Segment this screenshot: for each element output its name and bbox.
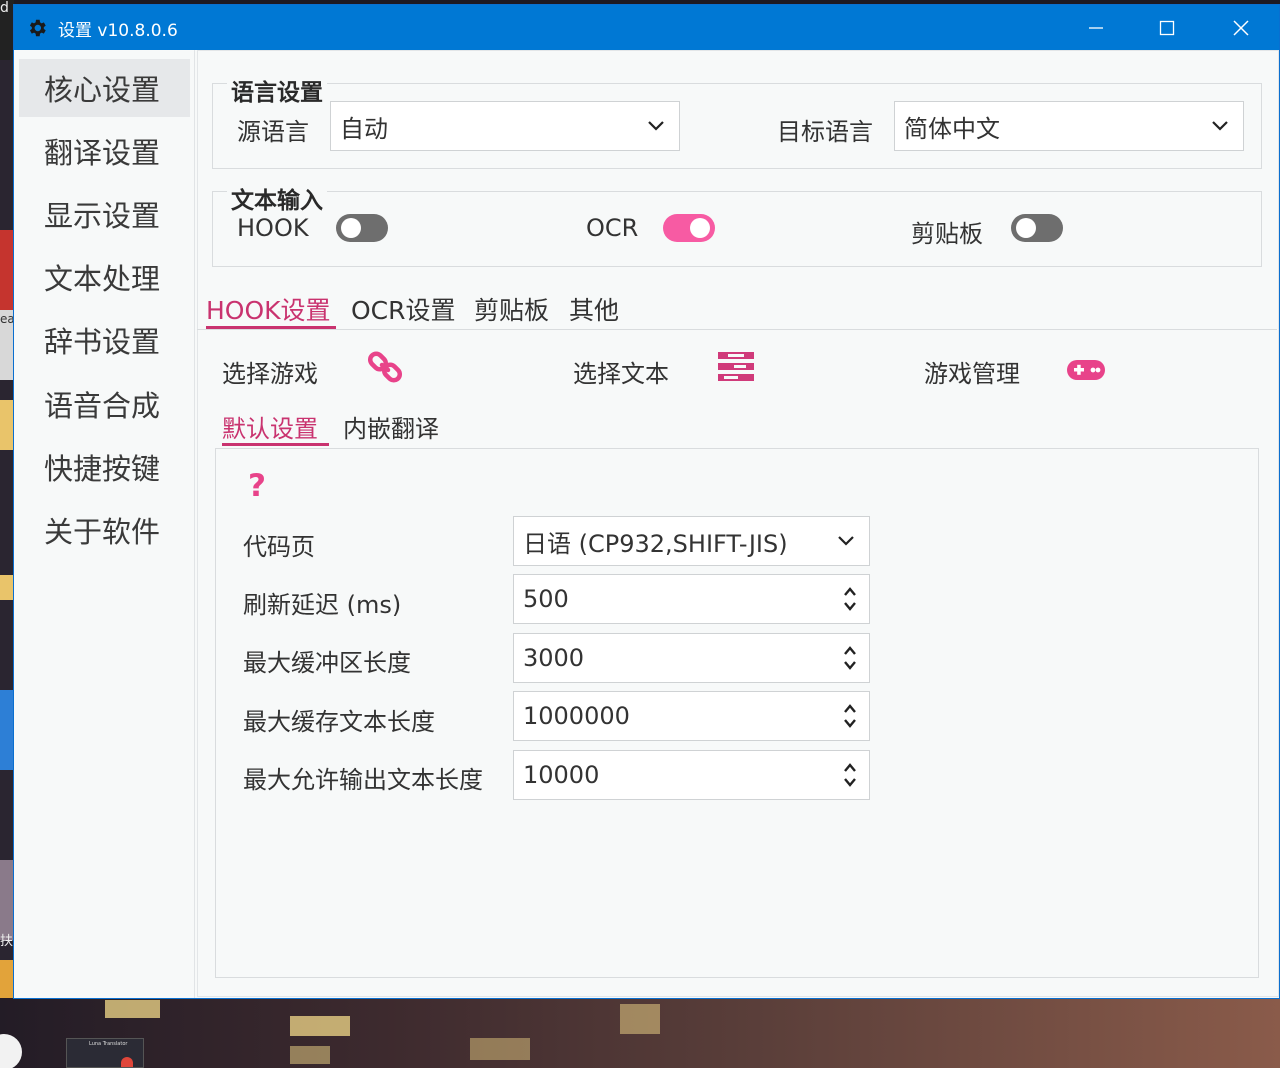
tabs-separator [197,329,1277,330]
hook-label: HOOK [237,214,309,242]
max-output-text-length-spinbox[interactable]: 10000 [513,750,870,800]
title-bar[interactable]: 设置 v10.8.0.6 [14,5,1279,50]
max-buffer-length-label: 最大缓冲区长度 [243,649,411,677]
sidebar-item-about[interactable]: 关于软件 [19,501,190,559]
sidebar-item-label: 显示设置 [44,199,161,233]
sidebar-item-label: 翻译设置 [44,136,161,170]
sidebar-item-label: 辞书设置 [44,325,161,359]
spin-arrows-icon[interactable] [843,702,857,730]
tab-clipboard[interactable]: 剪贴板 [474,291,549,327]
spin-arrows-icon[interactable] [843,644,857,672]
sidebar: 核心设置 翻译设置 显示设置 文本处理 辞书设置 语音合成 快捷按键 关于软件 [14,50,195,998]
code-page-select[interactable]: 日语 (CP932,SHIFT-JIS) [513,516,870,566]
close-icon [1233,19,1249,36]
select-text-label: 选择文本 [573,360,669,388]
sidebar-item-label: 快捷按键 [44,452,161,486]
spin-arrows-icon[interactable] [843,585,857,613]
subtab-default-settings[interactable]: 默认设置 [222,409,318,444]
clipboard-label: 剪贴板 [911,220,983,248]
source-language-select[interactable]: 自动 [330,101,680,151]
max-cache-text-length-value: 1000000 [523,702,630,730]
sidebar-item-core[interactable]: 核心设置 [19,59,190,117]
target-language-label: 目标语言 [777,118,873,146]
text-input-title: 文本输入 [227,181,327,215]
source-language-label: 源语言 [237,118,309,146]
sidebar-item-text-processing[interactable]: 文本处理 [19,248,190,306]
hook-toggle[interactable] [336,214,388,242]
chevron-down-icon [1212,121,1228,131]
ocr-label: OCR [586,214,639,242]
window-title: 设置 v10.8.0.6 [58,21,178,41]
game-manage-label: 游戏管理 [924,360,1020,388]
max-output-text-length-value: 10000 [523,761,600,789]
max-buffer-length-value: 3000 [523,644,585,672]
link-icon[interactable] [368,350,402,384]
tab-ocr-settings[interactable]: OCR设置 [351,291,456,327]
select-game-label: 选择游戏 [222,360,318,388]
refresh-delay-spinbox[interactable]: 500 [513,574,870,624]
taskbar-thumbnail[interactable]: Luna Translator [66,1038,144,1068]
gamepad-icon[interactable] [1066,358,1106,382]
refresh-delay-value: 500 [523,585,569,613]
sidebar-item-dictionary[interactable]: 辞书设置 [19,311,190,369]
sidebar-item-tts[interactable]: 语音合成 [19,375,190,433]
maximize-icon [1159,20,1175,35]
max-buffer-length-spinbox[interactable]: 3000 [513,633,870,683]
target-language-value: 简体中文 [904,114,1000,143]
desktop-wallpaper: Luna Translator [0,998,1280,1068]
target-language-select[interactable]: 简体中文 [894,101,1244,151]
text-list-icon[interactable] [718,352,754,382]
desktop-left-edge [0,0,14,1068]
max-cache-text-length-label: 最大缓存文本长度 [243,708,435,736]
refresh-delay-label: 刷新延迟 (ms) [243,591,402,619]
clipboard-toggle[interactable] [1011,214,1063,242]
tab-other[interactable]: 其他 [569,291,619,327]
language-settings-title: 语言设置 [227,73,327,107]
settings-window: 设置 v10.8.0.6 核心设置 翻译设置 显示设置 文本处理 辞书设置 语音… [14,5,1279,998]
sidebar-item-display[interactable]: 显示设置 [19,185,190,243]
sidebar-item-label: 关于软件 [44,515,161,549]
code-page-value: 日语 (CP932,SHIFT-JIS) [523,529,788,558]
tab-hook-settings[interactable]: HOOK设置 [206,291,331,327]
desktop-text-fragment: ea [0,312,15,326]
max-output-text-length-label: 最大允许输出文本长度 [243,766,483,794]
thumbnail-label: Luna Translator [89,1041,128,1047]
sidebar-item-translate[interactable]: 翻译设置 [19,122,190,180]
minimize-button[interactable] [1061,5,1131,50]
chevron-down-icon [838,536,854,546]
subtab-embedded-translation[interactable]: 内嵌翻译 [343,409,439,444]
desktop-text-fragment: d [0,0,9,16]
sidebar-item-label: 文本处理 [44,262,161,296]
minimize-icon [1089,26,1103,29]
sidebar-item-label: 语音合成 [44,389,161,423]
chevron-down-icon [648,121,664,131]
sidebar-item-hotkeys[interactable]: 快捷按键 [19,438,190,496]
close-button[interactable] [1206,5,1276,50]
ocr-toggle[interactable] [663,214,715,242]
help-icon[interactable]: ? [248,468,266,504]
subtab-default-underline [222,443,329,446]
sidebar-item-label: 核心设置 [44,73,161,107]
max-cache-text-length-spinbox[interactable]: 1000000 [513,691,870,741]
spin-arrows-icon[interactable] [843,761,857,789]
maximize-button[interactable] [1132,5,1202,50]
desktop-text-fragment: 扶 [0,934,14,949]
source-language-value: 自动 [340,114,388,143]
desktop-icon[interactable] [0,1034,22,1068]
code-page-label: 代码页 [243,533,315,561]
gear-icon [29,19,46,37]
